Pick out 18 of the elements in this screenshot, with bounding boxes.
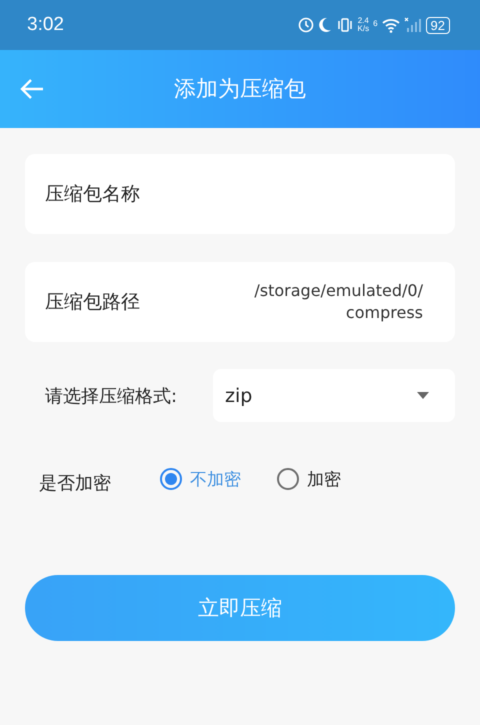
wifi-icon bbox=[382, 18, 400, 32]
form-field[interactable]: 压缩包路径 /storage/emulated/0/ compress bbox=[25, 262, 455, 342]
form-field[interactable]: 压缩包名称 bbox=[25, 154, 455, 234]
alarm-icon bbox=[298, 17, 314, 33]
format-label: 请选择压缩格式: bbox=[44, 384, 178, 408]
signal-icon bbox=[404, 17, 422, 33]
back-arrow-icon[interactable] bbox=[20, 78, 44, 100]
moon-icon bbox=[318, 17, 332, 33]
wifi-label: 6 bbox=[373, 18, 378, 28]
encryption-label: 是否加密 bbox=[38, 472, 112, 495]
status-time: 3:02 bbox=[27, 14, 64, 36]
radio-option[interactable]: 加密 bbox=[277, 468, 341, 490]
battery-indicator: 92 bbox=[426, 16, 450, 34]
vibrate-icon bbox=[336, 17, 354, 33]
format-dropdown[interactable]: zip bbox=[213, 369, 455, 422]
dropdown-caret-icon bbox=[417, 392, 429, 399]
page-title: 添加为压缩包 bbox=[174, 76, 306, 104]
network-speed: 2.4 K/s bbox=[358, 17, 370, 33]
